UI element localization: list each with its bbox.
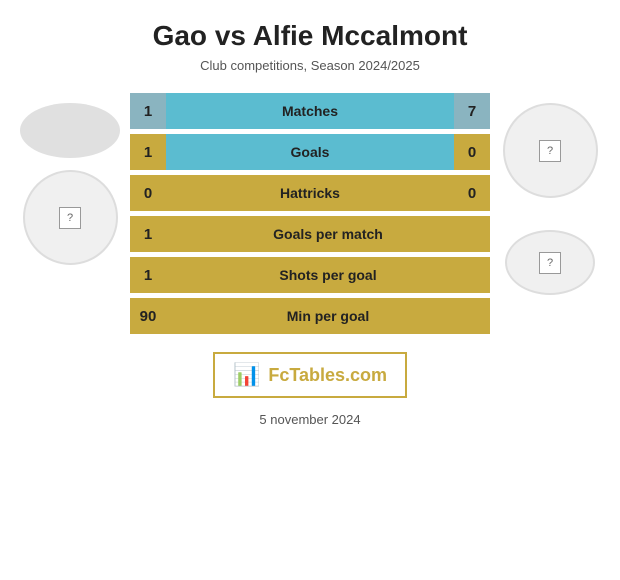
player-left-ellipse — [20, 103, 120, 158]
stat-label-shots-per-goal: Shots per goal — [166, 257, 490, 293]
player-right-question-bottom: ? — [539, 252, 561, 274]
page-title: Gao vs Alfie Mccalmont — [153, 20, 468, 52]
stat-right-hattricks: 0 — [454, 175, 490, 211]
stat-row-goals-per-match: 1 Goals per match — [130, 216, 490, 252]
player-left: ? — [10, 93, 130, 277]
stat-left-matches: 1 — [130, 93, 166, 129]
stat-right-matches: 7 — [454, 93, 490, 129]
stat-row-shots-per-goal: 1 Shots per goal — [130, 257, 490, 293]
player-left-question: ? — [59, 207, 81, 229]
stat-label-hattricks: Hattricks — [166, 175, 454, 211]
stats-area: 1 Matches 7 1 Goals 0 0 Hattricks 0 1 Go… — [130, 93, 490, 334]
player-right: ? ? — [490, 93, 610, 295]
page-subtitle: Club competitions, Season 2024/2025 — [200, 58, 420, 73]
logo-box: 📊 FcTables.com — [213, 352, 407, 398]
stat-label-goals-per-match: Goals per match — [166, 216, 490, 252]
stat-label-min-per-goal: Min per goal — [166, 298, 490, 334]
stat-row-min-per-goal: 90 Min per goal — [130, 298, 490, 334]
player-right-avatar-top: ? — [503, 103, 598, 198]
player-right-question-top: ? — [539, 140, 561, 162]
page: Gao vs Alfie Mccalmont Club competitions… — [0, 0, 620, 580]
stat-row-goals: 1 Goals 0 — [130, 134, 490, 170]
stat-row-hattricks: 0 Hattricks 0 — [130, 175, 490, 211]
stat-left-min-per-goal: 90 — [130, 298, 166, 334]
logo-area[interactable]: 📊 FcTables.com — [213, 352, 407, 398]
stat-left-hattricks: 0 — [130, 175, 166, 211]
stat-left-goals: 1 — [130, 134, 166, 170]
player-left-avatar: ? — [23, 170, 118, 265]
player-right-avatar-bottom: ? — [505, 230, 595, 295]
stat-left-goals-per-match: 1 — [130, 216, 166, 252]
logo-icon: 📊 — [233, 362, 260, 388]
stat-right-goals: 0 — [454, 134, 490, 170]
stat-label-matches: Matches — [166, 93, 454, 129]
date-label: 5 november 2024 — [259, 412, 360, 427]
stat-row-matches: 1 Matches 7 — [130, 93, 490, 129]
logo-text: FcTables.com — [268, 365, 387, 386]
stat-label-goals: Goals — [166, 134, 454, 170]
comparison-area: ? 1 Matches 7 1 Goals 0 0 Hattricks 0 — [10, 93, 610, 334]
stat-left-shots-per-goal: 1 — [130, 257, 166, 293]
